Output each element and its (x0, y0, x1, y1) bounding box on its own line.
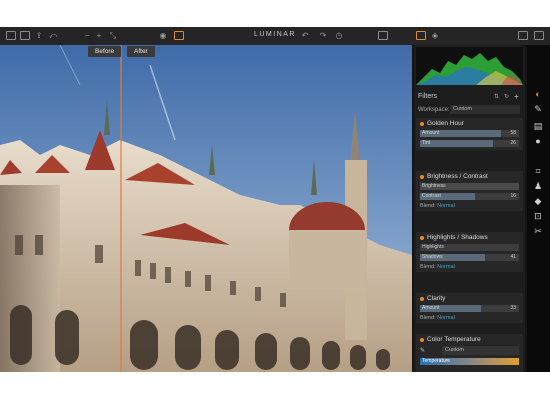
blend-value[interactable]: Normal (437, 315, 455, 321)
slider-value: 26 (510, 140, 516, 146)
layers-stack-icon[interactable]: ▤ (533, 121, 543, 131)
slider-label: Temperature (422, 358, 451, 364)
scissors-icon[interactable]: ✂ (533, 226, 543, 236)
slider-label: Shadows (422, 254, 443, 260)
clone-stamp-icon[interactable]: ♟ (533, 181, 543, 191)
slider-amount[interactable]: Amount 58 (420, 130, 519, 137)
brush-icon[interactable]: ✎ (533, 104, 543, 114)
blend-label: Blend: (420, 264, 436, 270)
blend-row[interactable]: Blend: Normal (420, 203, 523, 211)
app-title: LUMINAR (253, 31, 296, 38)
undo-history-icon[interactable]: ↶ (300, 31, 310, 40)
filter-header[interactable]: Golden Hour (416, 118, 523, 130)
filter-highlights-shadows: Highlights / Shadows Highlights Shadows … (416, 232, 523, 272)
filter-toggle-dot[interactable] (420, 297, 424, 301)
slider-label: Amount (422, 305, 440, 311)
slider-label: Tint (422, 140, 431, 146)
slider-label: Amount (422, 130, 440, 136)
filter-color-temperature: Color Temperature ✎ Custom Temperature (416, 334, 523, 372)
filter-toggle-dot[interactable] (420, 175, 424, 179)
history-icon[interactable]: ◷ (334, 31, 344, 40)
after-button[interactable]: After (127, 46, 155, 57)
layers-icon[interactable] (416, 31, 426, 40)
filter-header[interactable]: Brightness / Contrast (416, 171, 523, 183)
slider-value: 41 (510, 254, 516, 260)
filter-name: Highlights / Shadows (427, 234, 488, 241)
luminar-window: ⇪ ⤺ − + ⤡ ◉ LUMINAR ↶ ↷ ◷ ◈ Before After… (0, 27, 550, 372)
before-button[interactable]: Before (88, 46, 122, 57)
add-filter-icon[interactable]: + (514, 92, 519, 101)
filters-header: Filters ⇅ ↻ + (414, 91, 525, 103)
blend-row[interactable]: Blend: Normal (420, 264, 523, 272)
workspace-select[interactable]: Custom (450, 105, 520, 114)
redo-icon[interactable]: ↷ (318, 31, 328, 40)
filters-panel: Filters ⇅ ↻ + Workspace: Custom Golden H… (414, 45, 525, 372)
crop-icon[interactable]: ⌗ (533, 166, 543, 176)
eyedropper-icon[interactable]: ✎ (420, 347, 425, 354)
photo-canvas[interactable]: Before After (0, 45, 412, 372)
top-toolbar: ⇪ ⤺ − + ⤡ ◉ LUMINAR ↶ ↷ ◷ ◈ (0, 27, 550, 46)
filter-clarity: Clarity Amount 33 Blend: Normal (416, 293, 523, 323)
sort-icon[interactable]: ⇅ (494, 93, 499, 100)
transform-icon[interactable]: ⊡ (533, 211, 543, 221)
filter-toggle-dot[interactable] (420, 122, 424, 126)
mask-icon[interactable]: ● (533, 136, 543, 146)
filter-brightness-contrast: Brightness / Contrast Brightness Contras… (416, 171, 523, 211)
sidebar-icon[interactable] (534, 31, 544, 40)
filter-name: Color Temperature (427, 336, 481, 343)
presets-icon[interactable] (378, 31, 388, 40)
filter-header[interactable]: Color Temperature (416, 334, 523, 346)
eraser-icon[interactable]: ◆ (533, 196, 543, 206)
slider-label: Brightness (422, 183, 446, 189)
parliament-photo (0, 45, 412, 372)
filter-name: Golden Hour (427, 120, 464, 127)
slider-label: Highlights (422, 244, 444, 250)
workspace-label: Workspace: (418, 107, 450, 113)
blend-value[interactable]: Normal (437, 264, 455, 270)
filter-name: Brightness / Contrast (427, 173, 488, 180)
refresh-icon[interactable]: ↻ (504, 93, 509, 100)
filter-name: Clarity (427, 295, 446, 302)
temperature-preset-row: ✎ Custom (420, 346, 519, 355)
slider-tint[interactable]: Tint 26 (420, 140, 519, 147)
slider-fill (420, 140, 494, 147)
blend-value[interactable]: Normal (437, 203, 455, 209)
filter-toggle-dot[interactable] (420, 338, 424, 342)
slider-highlights[interactable]: Highlights (420, 244, 519, 251)
filter-header[interactable]: Highlights / Shadows (416, 232, 523, 244)
blend-label: Blend: (420, 315, 436, 321)
panel-toggle-icon[interactable]: ◈ (430, 31, 440, 40)
filters-icon[interactable]: ◐ (533, 89, 543, 99)
slider-temperature[interactable]: Temperature (420, 358, 519, 365)
slider-shadows[interactable]: Shadows 41 (420, 254, 519, 261)
slider-value: 58 (510, 130, 516, 136)
slider-contrast[interactable]: Contrast 16 (420, 193, 519, 200)
filter-golden-hour: Golden Hour Amount 58 Tint 26 (416, 118, 523, 150)
filter-toggle-dot[interactable] (420, 236, 424, 240)
blend-row[interactable]: Blend: Normal (420, 315, 523, 323)
tool-strip: ◐ ✎ ▤ ● ⌗ ♟ ◆ ⊡ ✂ (527, 45, 550, 372)
filters-title: Filters (418, 93, 438, 100)
slider-value: 16 (510, 193, 516, 199)
slider-amount[interactable]: Amount 33 (420, 305, 519, 312)
filter-header[interactable]: Clarity (416, 293, 523, 305)
slider-label: Contrast (422, 193, 441, 199)
histogram (416, 47, 523, 85)
temperature-preset-select[interactable]: Custom (442, 346, 519, 355)
slider-value: 33 (510, 305, 516, 311)
blend-label: Blend: (420, 203, 436, 209)
fullscreen-icon[interactable] (518, 31, 528, 40)
slider-brightness[interactable]: Brightness (420, 183, 519, 190)
